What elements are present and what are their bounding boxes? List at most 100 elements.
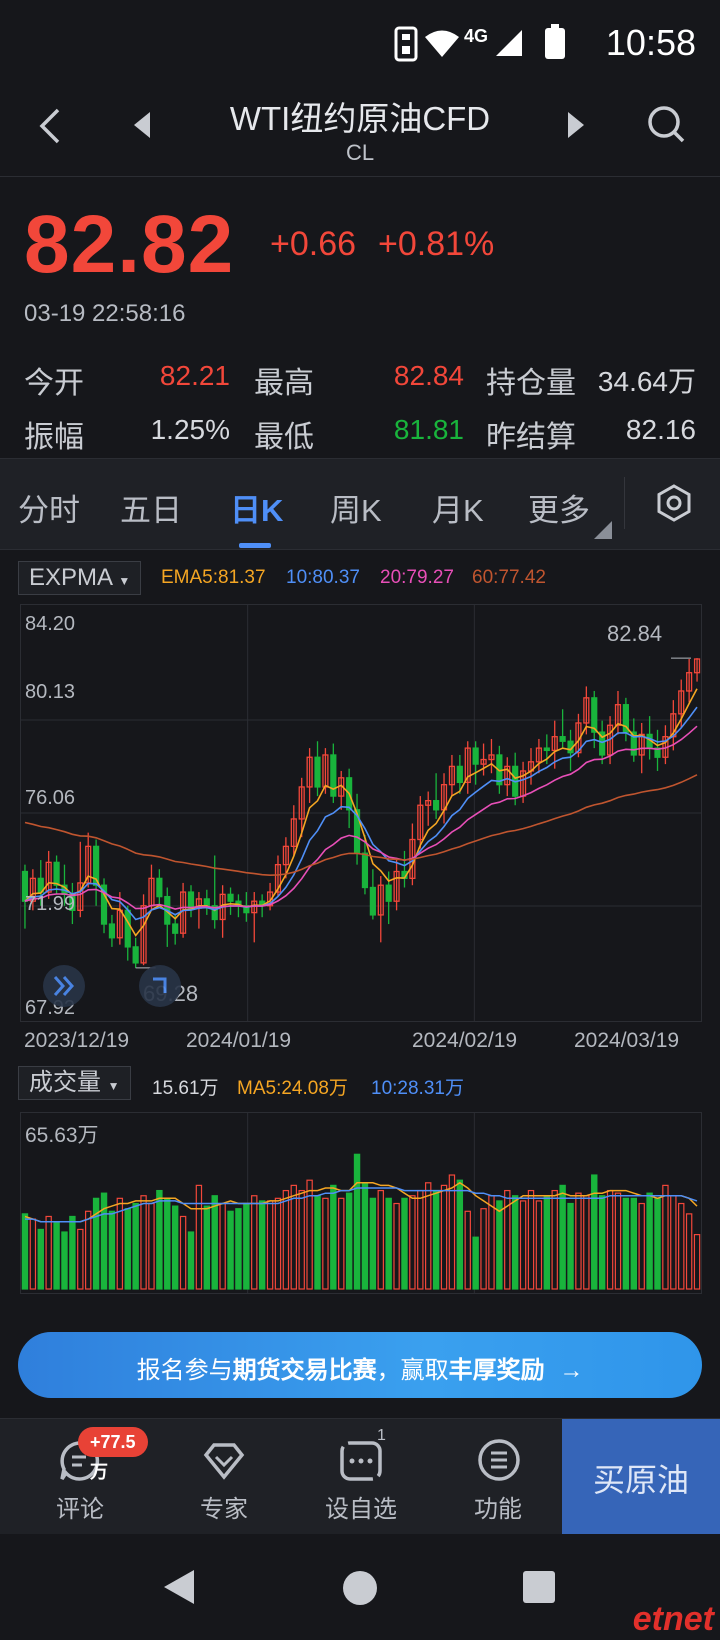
system-nav-bar <box>0 1534 720 1640</box>
buy-crude-button[interactable]: 买原油 <box>562 1419 720 1535</box>
candle-body <box>172 923 179 934</box>
nav-home-icon[interactable] <box>342 1570 378 1606</box>
expert-label: 专家 <box>200 1496 248 1523</box>
banner-prefix: 报名参与 <box>136 1357 233 1384</box>
volume-indicator-select[interactable]: 成交量 ▼ <box>18 1066 131 1100</box>
volume-bar <box>203 1205 211 1290</box>
volume-bar <box>77 1228 84 1290</box>
volume-bar <box>148 1202 155 1290</box>
kline-plot <box>21 605 701 1021</box>
volume-bar <box>61 1231 68 1290</box>
tab-more[interactable]: 更多 <box>528 485 590 530</box>
volume-bar <box>124 1208 131 1290</box>
volume-bar <box>662 1184 669 1290</box>
expand-button[interactable] <box>43 965 85 1007</box>
dropdown-corner-icon <box>594 521 612 539</box>
volume-bar <box>132 1202 139 1290</box>
indicator-select[interactable]: EXPMA ▼ <box>18 561 142 595</box>
arrow-right-icon: → <box>559 1357 584 1384</box>
tab-daily-k[interactable]: 日K <box>230 485 283 530</box>
y-tick-label: 71.99 <box>25 893 76 915</box>
volume-bar <box>464 1210 471 1290</box>
volume-bar <box>622 1197 630 1290</box>
oi-value: 34.64万 <box>597 366 696 397</box>
volume-bar <box>448 1174 456 1290</box>
settings-icon[interactable] <box>654 483 694 523</box>
candle-body <box>433 800 440 811</box>
volume-bar <box>393 1202 400 1290</box>
volume-bar <box>330 1184 337 1290</box>
volume-bar <box>614 1192 622 1290</box>
candle-body <box>124 909 131 948</box>
instrument-code: CL <box>345 140 375 165</box>
candle-body <box>314 756 321 788</box>
volume-bar <box>488 1195 495 1290</box>
search-icon[interactable] <box>646 104 686 144</box>
volume-bar <box>179 1215 187 1290</box>
fullscreen-button[interactable] <box>139 965 181 1007</box>
quote-timestamp: 03-19 22:58:16 <box>24 300 186 327</box>
next-instrument-icon[interactable] <box>566 110 586 140</box>
volume-chart[interactable]: 65.63万 <box>20 1112 702 1294</box>
candle-body <box>456 765 463 784</box>
volume-bar <box>385 1197 392 1290</box>
tab-divider <box>624 477 625 529</box>
active-tab-indicator <box>239 543 271 548</box>
signal-icon <box>496 30 522 56</box>
open-value: 82.21 <box>159 360 230 391</box>
nav-recents-icon[interactable] <box>522 1570 556 1604</box>
kline-chart[interactable]: 84.20 80.13 76.06 71.99 67.92 82.84 69.2… <box>20 604 702 1022</box>
max-price-label: 82.84 <box>607 621 663 646</box>
ema20-line <box>24 725 698 910</box>
volume-bar <box>187 1231 195 1290</box>
comment-button[interactable]: 评论 +77.5万 <box>20 1419 148 1535</box>
volume-bar <box>583 1195 590 1290</box>
add-watchlist-button[interactable]: 1 设自选 <box>301 1419 421 1535</box>
volume-bar <box>37 1228 44 1290</box>
volume-bar <box>156 1189 163 1290</box>
volume-bar <box>53 1221 60 1290</box>
volume-bar <box>535 1200 543 1290</box>
volume-bar <box>164 1197 171 1290</box>
chevron-down-icon: ▼ <box>107 1079 120 1093</box>
rotate-icon <box>153 977 167 993</box>
high-label: 最高 <box>254 367 314 400</box>
volume-bar <box>84 1210 92 1290</box>
prev-settle-label: 昨结算 <box>486 421 576 454</box>
status-bar: 4G 10:58 <box>0 0 720 92</box>
oi-label: 持仓量 <box>486 367 576 400</box>
volume-bar <box>630 1197 638 1290</box>
volume-readout: 15.61万 <box>152 1078 219 1099</box>
volume-max-label: 65.63万 <box>25 1124 99 1147</box>
contest-banner[interactable]: 报名参与期货交易比赛，赢取丰厚奖励 → <box>18 1332 702 1398</box>
tab-intraday[interactable]: 分时 <box>18 485 80 530</box>
menu-list-icon <box>478 1439 520 1481</box>
banner-text: 报名参与期货交易比赛，赢取丰厚奖励 → <box>18 1350 702 1385</box>
clock: 10:58 <box>605 22 696 63</box>
banner-highlight-2: 丰厚奖励 <box>448 1357 545 1384</box>
candle-body <box>591 697 598 733</box>
ema20-readout: 20:79.27 <box>380 567 454 588</box>
nav-back-icon[interactable] <box>162 1568 196 1606</box>
y-tick-label: 84.20 <box>25 613 76 635</box>
volume-bar <box>472 1236 479 1290</box>
volume-bar <box>575 1192 582 1290</box>
volume-bar <box>314 1195 321 1290</box>
function-button[interactable]: 功能 <box>438 1419 558 1535</box>
expert-button[interactable]: 专家 <box>164 1419 284 1535</box>
volume-bar <box>559 1184 566 1290</box>
tab-weekly-k[interactable]: 周K <box>330 485 382 530</box>
banner-highlight-1: 期货交易比赛 <box>232 1357 377 1384</box>
volume-bar <box>654 1197 661 1290</box>
tab-monthly-k[interactable]: 月K <box>432 485 484 530</box>
double-chevron-icon <box>53 976 75 996</box>
period-tabs: 分时 五日 日K 周K 月K 更多 <box>0 458 720 550</box>
volume-bar <box>519 1200 527 1290</box>
battery-icon <box>545 24 565 59</box>
tab-five-day[interactable]: 五日 <box>120 485 182 530</box>
candle-body <box>108 923 116 939</box>
x-tick-label: 2024/02/19 <box>412 1029 518 1052</box>
volume-bar <box>290 1184 298 1290</box>
last-price: 82.82 <box>24 199 235 290</box>
volume-bar <box>440 1184 448 1290</box>
